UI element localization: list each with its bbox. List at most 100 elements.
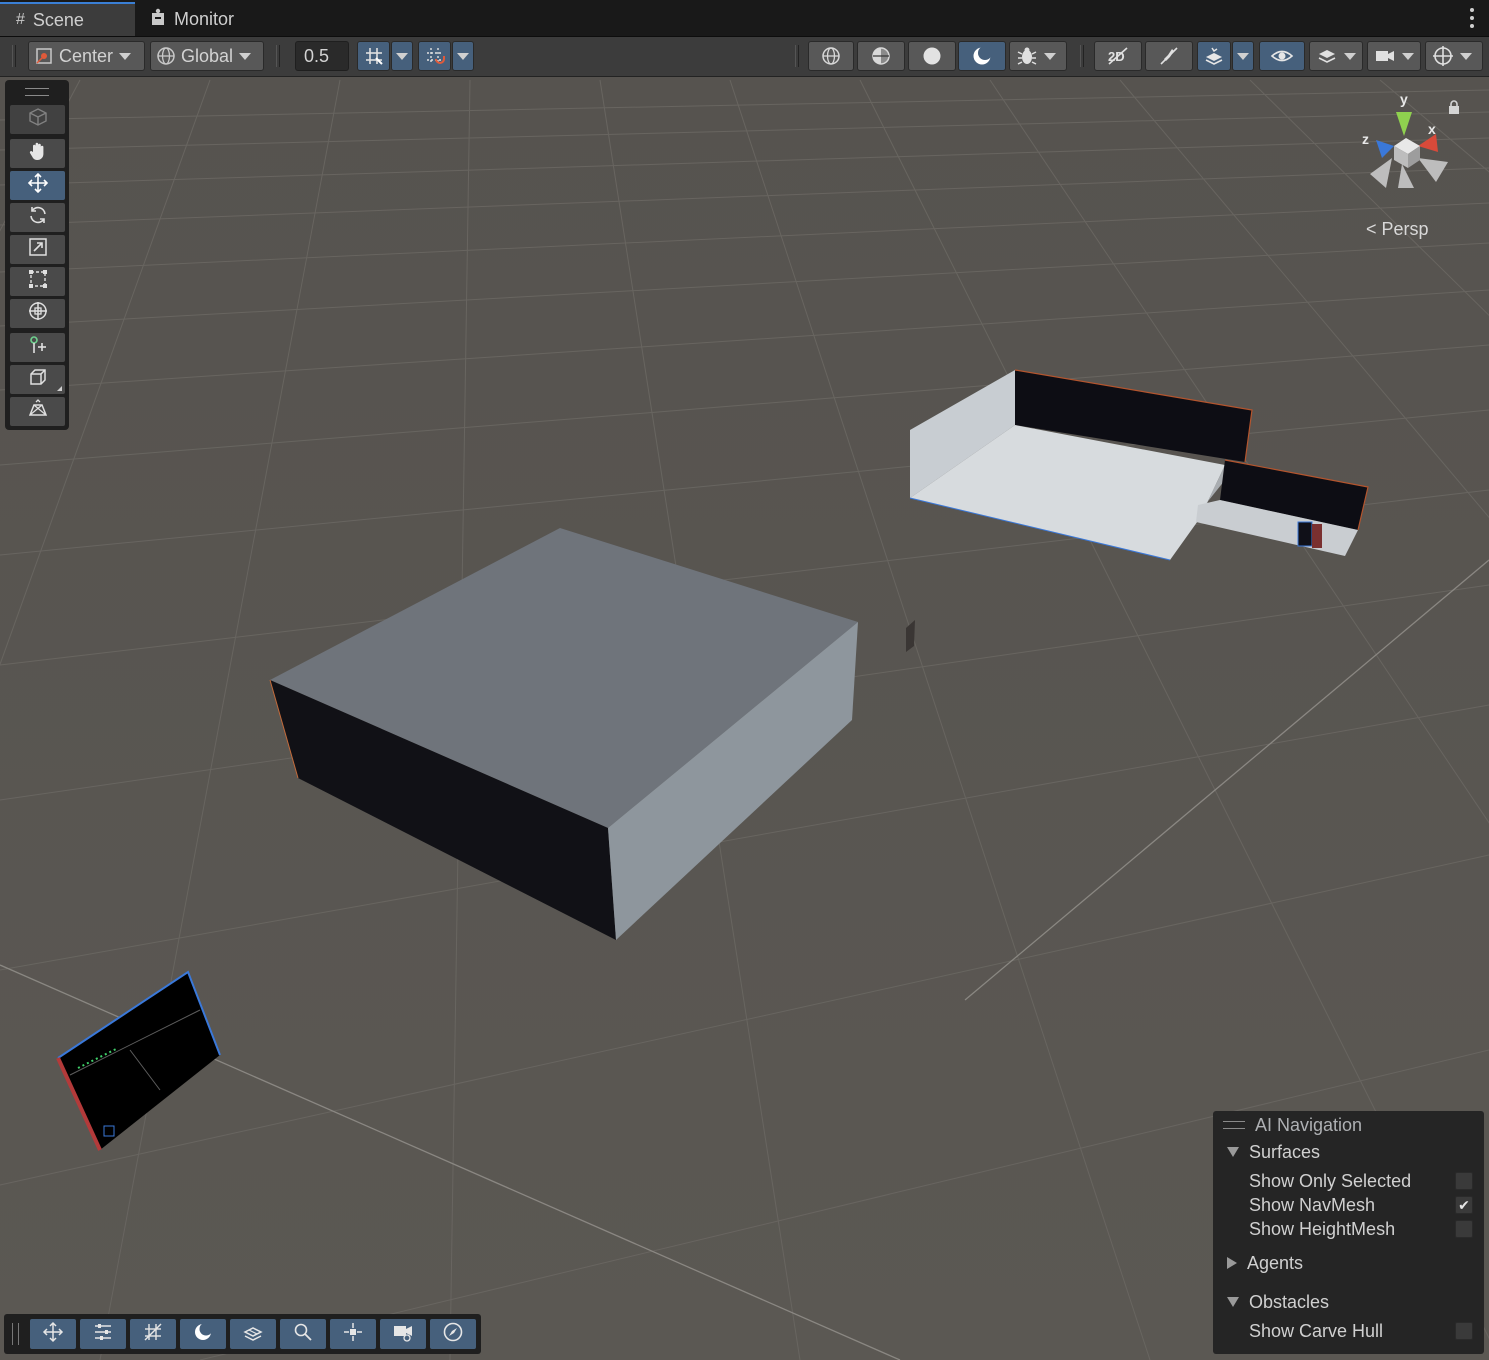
projection-toggle[interactable]: < Persp xyxy=(1366,219,1429,240)
shaded-wireframe-draw-mode-button[interactable] xyxy=(857,41,905,71)
show-heightmesh-checkbox[interactable] xyxy=(1455,1220,1473,1238)
tab-scene[interactable]: # Scene xyxy=(0,2,135,36)
show-carve-hull-checkbox[interactable] xyxy=(1455,1322,1473,1340)
transform-tool-button[interactable] xyxy=(10,299,65,328)
overlay-navmesh-button[interactable] xyxy=(230,1319,276,1349)
overlay-compass-button[interactable] xyxy=(430,1319,476,1349)
obstacles-foldout[interactable]: Obstacles xyxy=(1227,1290,1329,1314)
2d-view-toggle[interactable]: 2D xyxy=(1094,41,1142,71)
layers-dropdown[interactable] xyxy=(1309,41,1363,71)
show-navmesh-row: Show NavMesh xyxy=(1249,1193,1375,1217)
chevron-down-icon xyxy=(1344,52,1356,60)
pivot-mode-dropdown[interactable]: Center xyxy=(28,41,145,71)
hand-tool-icon xyxy=(27,140,49,167)
chevron-down-icon xyxy=(396,52,408,60)
move-tool-button[interactable] xyxy=(10,171,65,200)
debug-draw-mode-dropdown[interactable] xyxy=(1009,41,1067,71)
increment-snap-dropdown[interactable] xyxy=(452,41,474,71)
foldout-open-icon xyxy=(1227,1297,1239,1307)
grid-snap-dropdown[interactable] xyxy=(391,41,413,71)
lock-icon[interactable] xyxy=(1448,100,1460,119)
surfaces-label: Surfaces xyxy=(1249,1141,1321,1162)
shaded-wire-sphere-icon xyxy=(870,45,892,67)
toolbar-grip xyxy=(1080,45,1084,67)
palette-grip[interactable] xyxy=(25,88,49,96)
gizmo-y-arm[interactable] xyxy=(1396,112,1412,136)
agents-foldout[interactable]: Agents xyxy=(1227,1251,1303,1275)
scale-tool-button[interactable] xyxy=(10,235,65,264)
tab-bar: # Scene Monitor xyxy=(0,0,1489,37)
projection-label: Persp xyxy=(1381,219,1429,239)
rotate-tool-icon xyxy=(27,204,49,231)
increment-snap-icon xyxy=(424,45,446,67)
bug-icon xyxy=(1016,45,1038,67)
overlay-camera-button[interactable] xyxy=(380,1319,426,1349)
show-navmesh-checkbox[interactable]: ✔ xyxy=(1455,1196,1473,1214)
show-only-selected-row: Show Only Selected xyxy=(1249,1169,1411,1193)
scene-visibility-toggle[interactable] xyxy=(1259,41,1305,71)
rect-tool-button[interactable] xyxy=(10,267,65,296)
globe-icon xyxy=(155,45,177,67)
tool-palette xyxy=(5,80,69,430)
grid-snap-toggle[interactable] xyxy=(357,41,390,71)
shaded-draw-mode-button[interactable] xyxy=(908,41,956,71)
tab-monitor[interactable]: Monitor xyxy=(150,2,260,36)
show-only-selected-checkbox[interactable] xyxy=(1455,1172,1473,1190)
navmesh-layers-icon xyxy=(242,1321,264,1348)
monitor-icon xyxy=(150,8,166,31)
chevron-down-icon xyxy=(239,52,252,60)
view-cube-button[interactable] xyxy=(10,105,65,134)
lighting-icon xyxy=(971,45,993,67)
grid-snap-icon xyxy=(363,45,385,67)
pivot-rotation-dropdown[interactable]: Global xyxy=(150,41,264,71)
overlay-move-button[interactable] xyxy=(30,1319,76,1349)
overlay-search-button[interactable] xyxy=(280,1319,326,1349)
probuilder-icon xyxy=(27,366,49,393)
ai-navigation-overlay: AI Navigation Surfaces Show Only Selecte… xyxy=(1213,1111,1484,1354)
navmesh-tool-button[interactable] xyxy=(10,397,65,426)
hand-tool-button[interactable] xyxy=(10,139,65,168)
chevron-down-icon xyxy=(119,52,132,60)
effects-layers-icon xyxy=(1203,45,1225,67)
overlay-grid-button[interactable] xyxy=(130,1319,176,1349)
effects-dropdown[interactable] xyxy=(1232,41,1254,71)
effects-toggle[interactable] xyxy=(1197,41,1231,71)
chevron-down-icon xyxy=(1237,52,1249,60)
ai-navigation-header[interactable]: AI Navigation xyxy=(1223,1113,1362,1137)
lighting-toggle-button[interactable] xyxy=(958,41,1006,71)
persp-arrow-icon: < xyxy=(1366,219,1377,239)
overlay-settings-button[interactable] xyxy=(80,1319,126,1349)
search-icon xyxy=(292,1321,314,1348)
custom-tool-button[interactable] xyxy=(10,333,65,362)
gizmo-x-label: x xyxy=(1428,121,1436,137)
overlay-pivot-button[interactable] xyxy=(330,1319,376,1349)
camera-eye-icon xyxy=(392,1321,414,1348)
camera-settings-dropdown[interactable] xyxy=(1367,41,1421,71)
toolbar-grip xyxy=(276,45,280,67)
overlay-grip[interactable] xyxy=(12,1323,19,1345)
foldout-open-icon xyxy=(1227,1147,1239,1157)
wireframe-draw-mode-button[interactable] xyxy=(808,41,854,71)
overlay-lighting-button[interactable] xyxy=(180,1319,226,1349)
custom-tool-icon xyxy=(27,334,49,361)
chevron-down-icon xyxy=(457,52,469,60)
rect-tool-icon xyxy=(27,268,49,295)
gizmo-z-arm[interactable] xyxy=(1376,140,1394,158)
toolbar-grip xyxy=(795,45,799,67)
grid-icon xyxy=(142,1321,164,1348)
ai-navigation-title: AI Navigation xyxy=(1255,1114,1363,1135)
grid-snap-value-field[interactable]: 0.5 xyxy=(295,41,349,71)
pivot-rotation-label: Global xyxy=(181,45,234,66)
gizmos-dropdown[interactable] xyxy=(1425,41,1483,71)
rotate-tool-button[interactable] xyxy=(10,203,65,232)
chevron-down-icon xyxy=(1044,52,1056,60)
show-heightmesh-row: Show HeightMesh xyxy=(1249,1217,1395,1241)
scale-tool-icon xyxy=(27,236,49,263)
probuilder-button[interactable] xyxy=(10,365,65,394)
audio-toggle[interactable] xyxy=(1145,41,1193,71)
surfaces-foldout[interactable]: Surfaces xyxy=(1227,1140,1320,1164)
grid-snap-value: 0.5 xyxy=(304,45,330,66)
increment-snap-toggle[interactable] xyxy=(418,41,451,71)
obstacles-label: Obstacles xyxy=(1249,1291,1330,1312)
more-options-icon[interactable] xyxy=(1469,8,1475,28)
